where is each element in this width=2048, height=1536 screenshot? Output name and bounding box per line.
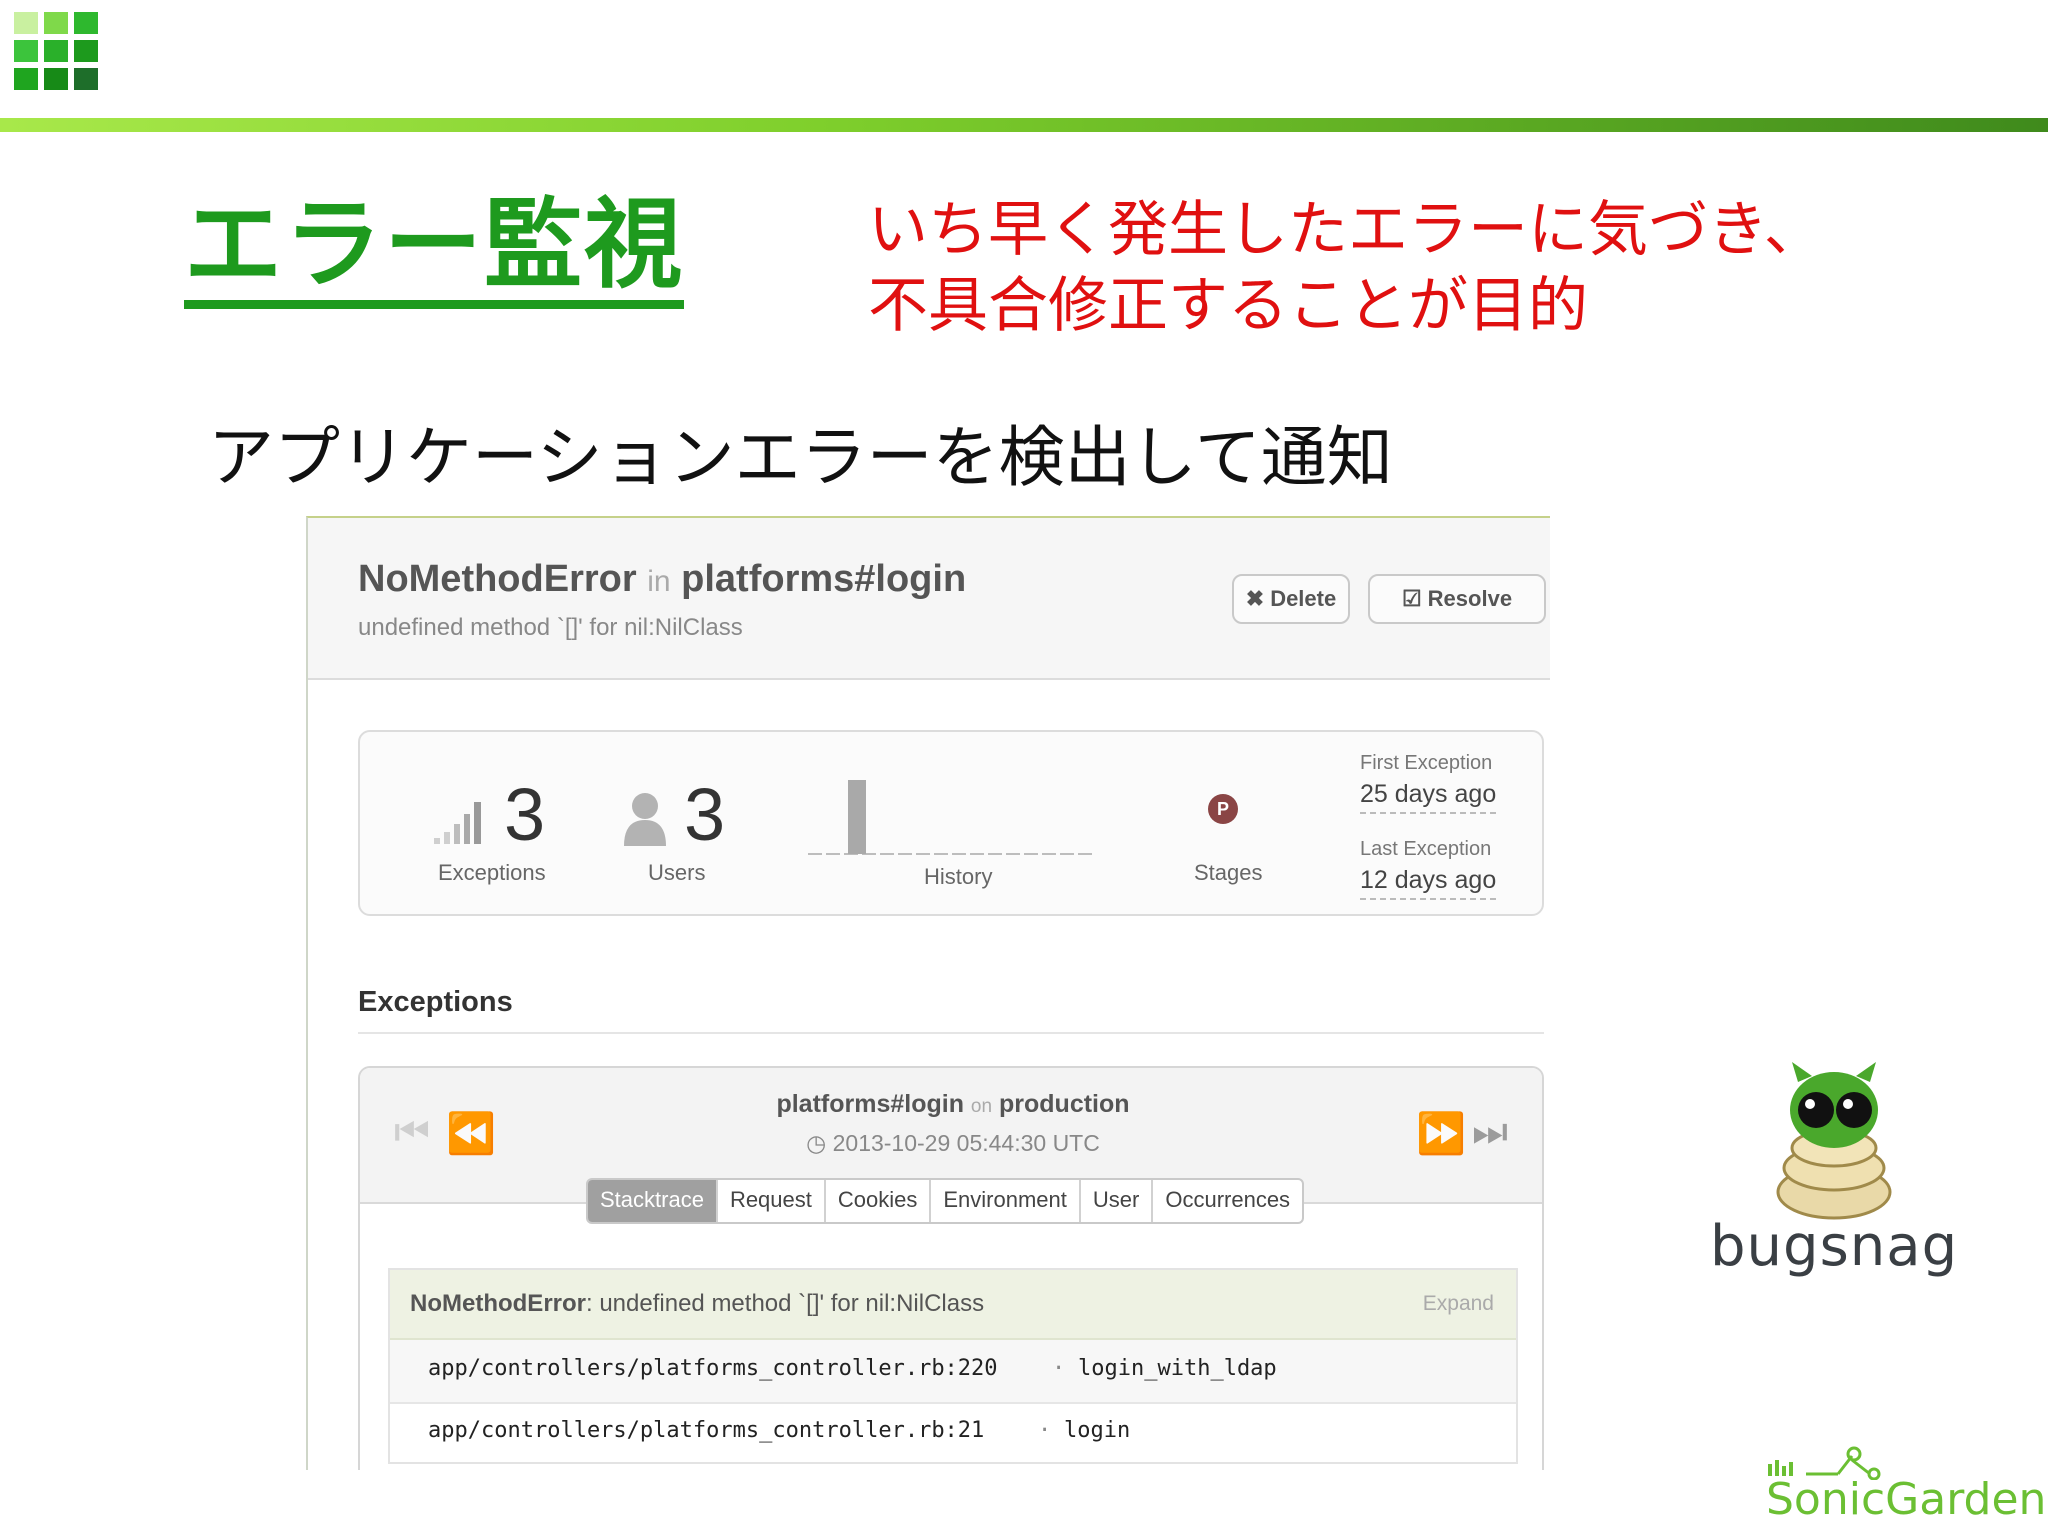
sonicgarden-wordmark: SonicGarden bbox=[1766, 1474, 2047, 1525]
occurrence-title: platforms#login on production bbox=[360, 1090, 1542, 1119]
error-context: platforms#login bbox=[681, 558, 967, 600]
occurrence-stage: production bbox=[999, 1090, 1130, 1118]
stage-badge[interactable]: P bbox=[1208, 794, 1238, 824]
stacktrace-box: NoMethodError: undefined method `[]' for… bbox=[388, 1268, 1518, 1464]
stack-frame-file: app/controllers/platforms_controller.rb:… bbox=[428, 1356, 998, 1381]
tab-environment[interactable]: Environment bbox=[931, 1180, 1081, 1222]
error-message: undefined method `[]' for nil:NilClass bbox=[358, 614, 743, 641]
clock-icon: ◷ bbox=[806, 1130, 827, 1156]
last-exception-value[interactable]: 12 days ago bbox=[1360, 866, 1497, 900]
section-divider bbox=[358, 1032, 1544, 1034]
tab-stacktrace[interactable]: Stacktrace bbox=[588, 1180, 718, 1222]
user-icon bbox=[624, 793, 666, 846]
separator-dot: · bbox=[1038, 1418, 1052, 1443]
occurrence-timestamp: 2013-10-29 05:44:30 UTC bbox=[832, 1130, 1100, 1156]
stack-frame[interactable]: app/controllers/platforms_controller.rb:… bbox=[390, 1402, 1516, 1464]
first-exception-value[interactable]: 25 days ago bbox=[1360, 780, 1497, 814]
error-in: in bbox=[647, 565, 671, 598]
exceptions-heading: Exceptions bbox=[358, 986, 513, 1018]
stages-label: Stages bbox=[1194, 860, 1263, 885]
separator-dot: · bbox=[1052, 1356, 1066, 1381]
delete-button[interactable]: ✖ Delete bbox=[1232, 574, 1350, 624]
header-rule bbox=[0, 118, 2048, 132]
exceptions-count: 3 bbox=[504, 773, 546, 856]
first-exception-label: First Exception bbox=[1360, 752, 1493, 774]
resolve-label: Resolve bbox=[1427, 586, 1513, 611]
history-label: History bbox=[924, 864, 993, 889]
error-header: NoMethodError in platforms#login undefin… bbox=[308, 518, 1550, 680]
tab-cookies[interactable]: Cookies bbox=[826, 1180, 932, 1222]
slide-title: エラー監視 bbox=[184, 196, 685, 309]
last-exception-label: Last Exception bbox=[1360, 838, 1492, 860]
tab-request[interactable]: Request bbox=[718, 1180, 826, 1222]
signal-bars-icon bbox=[434, 802, 481, 844]
occurrence-on: on bbox=[970, 1096, 993, 1117]
stack-frame-file: app/controllers/platforms_controller.rb:… bbox=[428, 1418, 985, 1443]
purpose-note-line2: 不具合修正することが目的 bbox=[868, 271, 1588, 341]
stats-panel: 3 Exceptions 3 Users History P Stages Fi… bbox=[358, 730, 1544, 916]
error-title: NoMethodError in platforms#login bbox=[358, 558, 966, 601]
bugsnag-wordmark: bugsnag bbox=[1710, 1214, 1959, 1279]
purpose-note-line1: いち早く発生したエラーに気づき、 bbox=[868, 195, 1824, 265]
occurrence-time: ◷ 2013-10-29 05:44:30 UTC bbox=[360, 1130, 1542, 1157]
stacktrace-header: NoMethodError: undefined method `[]' for… bbox=[390, 1270, 1516, 1340]
stack-frame[interactable]: app/controllers/platforms_controller.rb:… bbox=[390, 1340, 1516, 1404]
history-sparkline bbox=[808, 780, 1094, 855]
slide-subtitle: アプリケーションエラーを検出して通知 bbox=[208, 419, 1393, 496]
expand-link[interactable]: Expand bbox=[1423, 1292, 1494, 1316]
stacktrace-error: NoMethodError: undefined method `[]' for… bbox=[410, 1290, 984, 1318]
checkbox-icon: ☑ bbox=[1401, 586, 1422, 611]
stacktrace-error-class: NoMethodError bbox=[410, 1290, 586, 1317]
bugsnag-mascot-icon bbox=[1776, 1062, 1892, 1220]
tab-user[interactable]: User bbox=[1081, 1180, 1154, 1222]
stacktrace-error-message: : undefined method `[]' for nil:NilClass bbox=[586, 1290, 985, 1317]
users-count: 3 bbox=[684, 773, 726, 856]
tab-occurrences[interactable]: Occurrences bbox=[1153, 1180, 1302, 1222]
stack-frame-method: login_with_ldap bbox=[1078, 1356, 1277, 1381]
occurrence-context: platforms#login bbox=[776, 1090, 964, 1118]
close-icon: ✖ bbox=[1245, 586, 1265, 611]
occurrence-tabs: Stacktrace Request Cookies Environment U… bbox=[586, 1178, 1305, 1224]
error-class: NoMethodError bbox=[358, 558, 637, 600]
purpose-note: いち早く発生したエラーに気づき、 不具合修正することが目的 bbox=[868, 192, 1824, 344]
bugsnag-screenshot: NoMethodError in platforms#login undefin… bbox=[306, 516, 1550, 1470]
resolve-button[interactable]: ☑ Resolve bbox=[1368, 574, 1546, 624]
stack-frame-method: login bbox=[1064, 1418, 1131, 1443]
grid-logo bbox=[14, 12, 110, 106]
delete-label: Delete bbox=[1270, 586, 1337, 611]
exceptions-label: Exceptions bbox=[438, 860, 546, 885]
occurrence-panel: ⏮ ⏪ ⏩ ⏭ platforms#login on production ◷ … bbox=[358, 1066, 1544, 1470]
users-label: Users bbox=[648, 860, 706, 885]
